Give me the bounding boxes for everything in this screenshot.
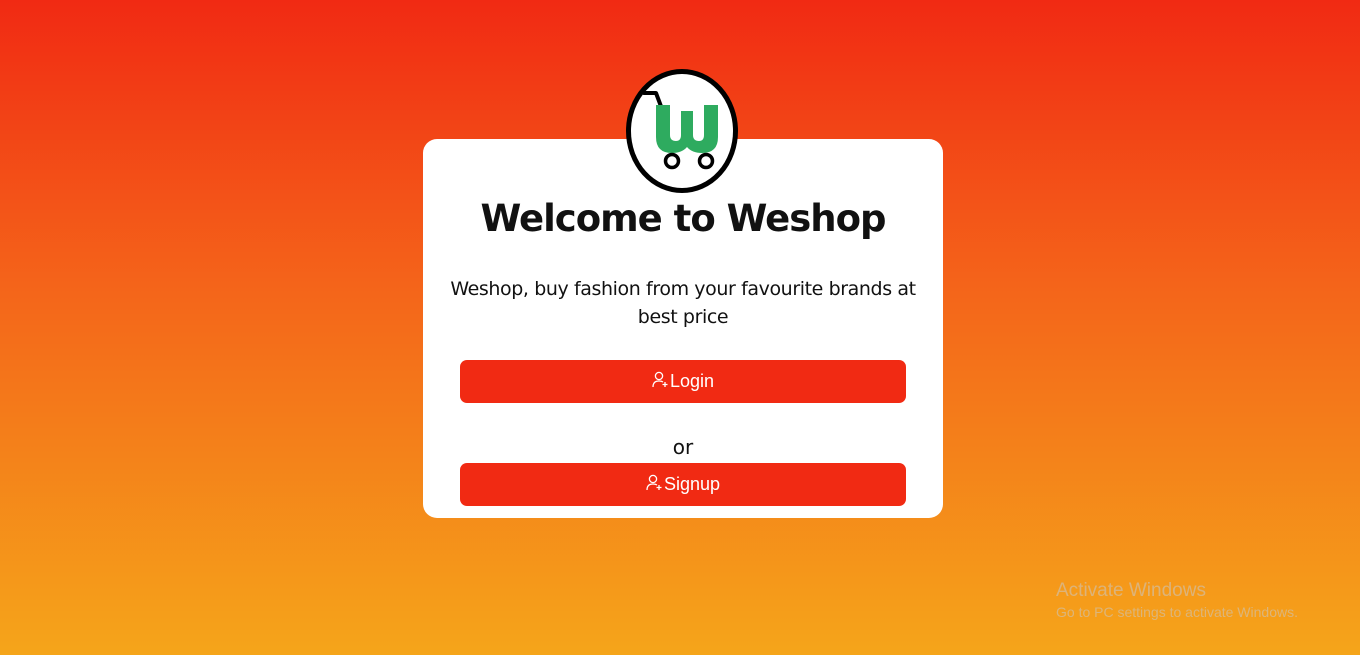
login-button[interactable]: Login: [460, 360, 906, 403]
tagline-text: Weshop, buy fashion from your favourite …: [450, 278, 916, 328]
cart-w-logo-icon: [626, 69, 738, 193]
page-title: Welcome to Weshop: [480, 197, 887, 240]
user-add-icon: [646, 474, 662, 491]
signup-button-label: Signup: [663, 474, 721, 494]
watermark-title: Activate Windows: [1056, 580, 1206, 601]
or-separator: or: [672, 435, 694, 459]
watermark-subtitle: Go to PC settings to activate Windows.: [1056, 604, 1298, 620]
user-add-icon: [652, 371, 668, 388]
signup-button[interactable]: Signup: [460, 463, 906, 506]
activate-windows-watermark: Activate Windows Go to PC settings to ac…: [1056, 580, 1298, 622]
login-button-label: Login: [669, 371, 715, 391]
